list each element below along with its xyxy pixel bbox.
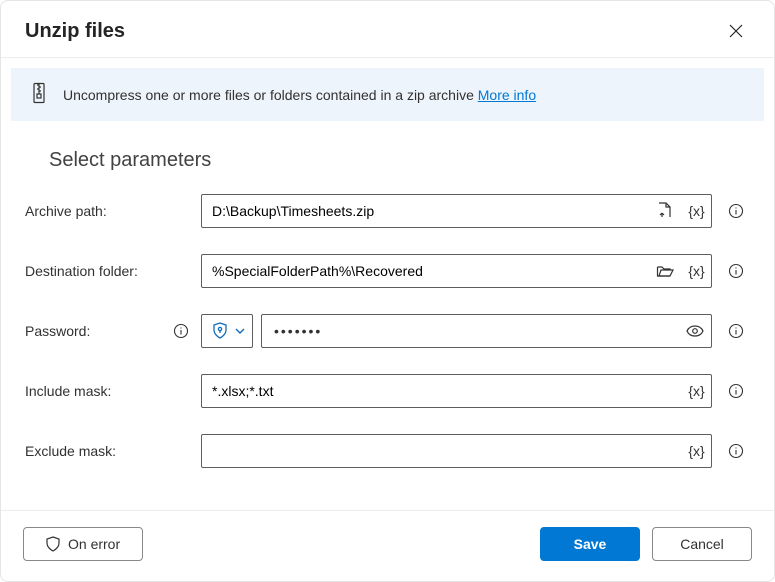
divider (1, 57, 774, 58)
on-error-button[interactable]: On error (23, 527, 143, 561)
label-include-mask: Include mask: (25, 383, 111, 399)
info-icon (728, 383, 744, 399)
banner-text: Uncompress one or more files or folders … (63, 87, 746, 103)
row-archive-path: Archive path: {x} (25, 194, 750, 228)
close-button[interactable] (720, 15, 752, 47)
banner-desc: Uncompress one or more files or folders … (63, 87, 478, 103)
help-button[interactable] (167, 317, 195, 345)
reveal-password-button[interactable] (679, 315, 711, 347)
chevron-down-icon (234, 325, 246, 337)
variable-button[interactable]: {x} (681, 435, 711, 467)
label-archive-path: Archive path: (25, 203, 107, 219)
row-include-mask: Include mask: {x} (25, 374, 750, 408)
variable-button[interactable]: {x} (681, 255, 711, 287)
footer: On error Save Cancel (1, 510, 774, 581)
row-exclude-mask: Exclude mask: {x} (25, 434, 750, 468)
browse-file-button[interactable] (649, 195, 681, 227)
destination-folder-field: {x} (201, 254, 712, 288)
zip-icon (29, 82, 49, 107)
file-select-icon (657, 202, 673, 220)
archive-path-field: {x} (201, 194, 712, 228)
row-destination-folder: Destination folder: {x} (25, 254, 750, 288)
archive-path-input[interactable] (202, 195, 649, 227)
info-icon (173, 323, 189, 339)
save-button[interactable]: Save (540, 527, 640, 561)
save-label: Save (574, 536, 607, 552)
info-banner: Uncompress one or more files or folders … (11, 68, 764, 121)
shield-outline-icon (46, 536, 60, 552)
variable-button[interactable]: {x} (681, 195, 711, 227)
destination-folder-input[interactable] (202, 255, 649, 287)
info-icon (728, 263, 744, 279)
title-bar: Unzip files (1, 1, 774, 57)
help-button[interactable] (722, 377, 750, 405)
section-title: Select parameters (49, 149, 750, 172)
on-error-label: On error (68, 536, 120, 552)
help-button[interactable] (722, 257, 750, 285)
folder-open-icon (656, 264, 674, 278)
close-icon (729, 24, 743, 38)
dialog-title: Unzip files (25, 20, 125, 43)
browse-folder-button[interactable] (649, 255, 681, 287)
label-exclude-mask: Exclude mask: (25, 443, 116, 459)
dialog: Unzip files Uncompress one or more files… (0, 0, 775, 582)
info-icon (728, 443, 744, 459)
cancel-button[interactable]: Cancel (652, 527, 752, 561)
include-mask-field: {x} (201, 374, 712, 408)
help-button[interactable] (722, 197, 750, 225)
secure-input-mode[interactable] (201, 314, 253, 348)
cancel-label: Cancel (680, 536, 724, 552)
label-password: Password: (25, 323, 90, 339)
variable-button[interactable]: {x} (681, 375, 711, 407)
help-button[interactable] (722, 437, 750, 465)
password-field: ••••••• (261, 314, 712, 348)
exclude-mask-input[interactable] (202, 435, 681, 467)
eye-icon (686, 325, 704, 337)
label-destination-folder: Destination folder: (25, 263, 138, 279)
form-area: Select parameters Archive path: {x} (1, 121, 774, 510)
more-info-link[interactable]: More info (478, 87, 536, 103)
exclude-mask-field: {x} (201, 434, 712, 468)
shield-icon (212, 322, 228, 340)
info-icon (728, 203, 744, 219)
include-mask-input[interactable] (202, 375, 681, 407)
row-password: Password: ••••••• (25, 314, 750, 348)
footer-right: Save Cancel (540, 527, 752, 561)
password-input[interactable]: ••••••• (262, 323, 679, 339)
help-button[interactable] (722, 317, 750, 345)
info-icon (728, 323, 744, 339)
